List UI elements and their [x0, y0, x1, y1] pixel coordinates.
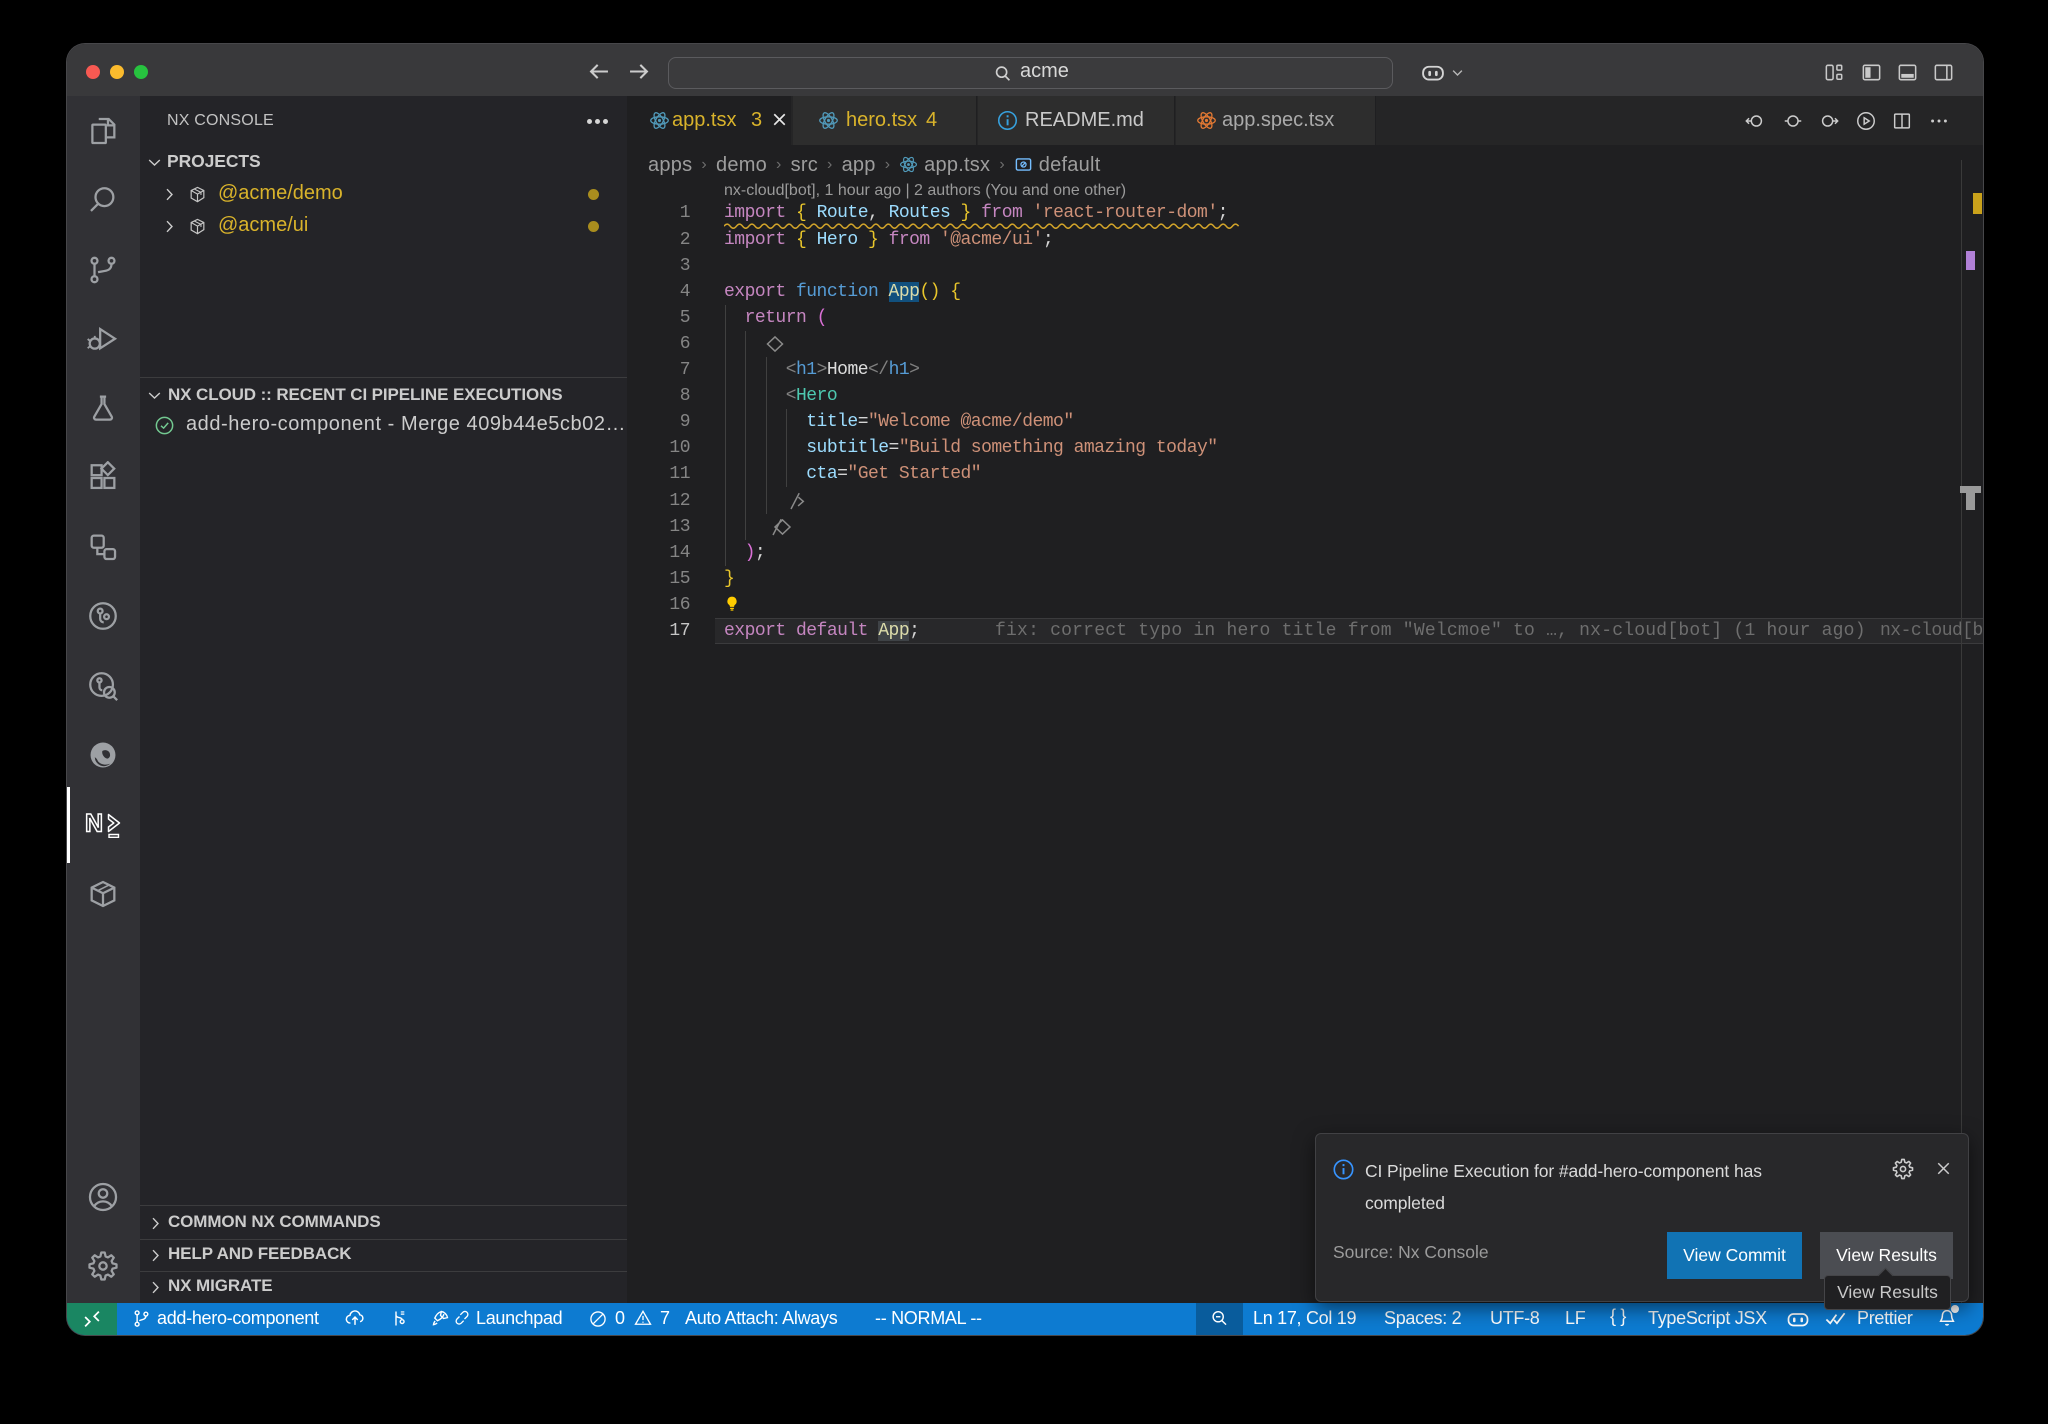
svg-text:N: N [85, 810, 103, 838]
